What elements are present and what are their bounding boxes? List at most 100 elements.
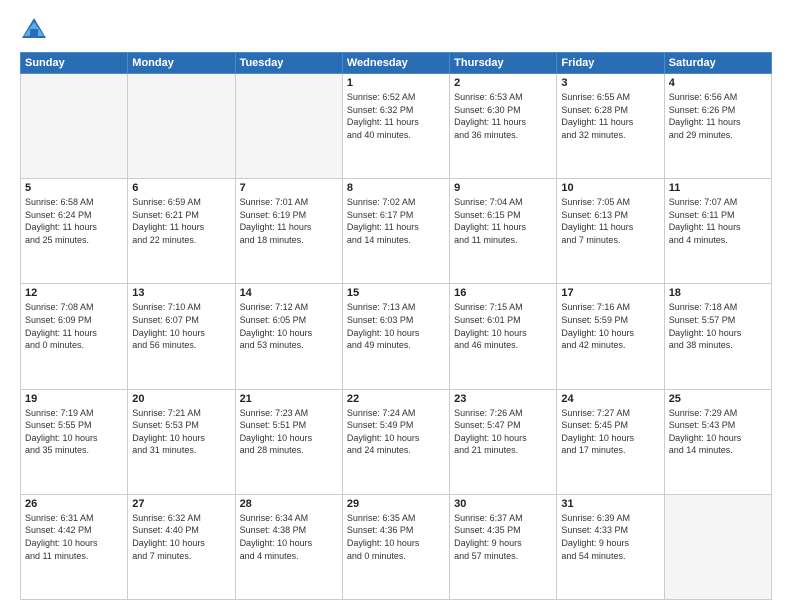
logo (20, 16, 52, 44)
day-number: 2 (454, 77, 552, 89)
calendar-cell: 28 Sunrise: 6:34 AM Sunset: 4:38 PM Dayli… (235, 494, 342, 599)
day-number: 27 (132, 498, 230, 510)
calendar-cell (21, 74, 128, 179)
day-number: 25 (669, 393, 767, 405)
day-number: 7 (240, 182, 338, 194)
calendar-cell: 9Sunrise: 7:04 AM Sunset: 6:15 PM Daylig… (450, 179, 557, 284)
day-number: 8 (347, 182, 445, 194)
day-info: Sunrise: 7:12 AM Sunset: 6:05 PM Dayligh… (240, 301, 338, 351)
calendar-cell: 14 Sunrise: 7:12 AM Sunset: 6:05 PM Dayli… (235, 284, 342, 389)
logo-icon (20, 16, 48, 44)
day-number: 4 (669, 77, 767, 89)
calendar-cell: 1 Sunrise: 6:52 AM Sunset: 6:32 PM Daylig… (342, 74, 449, 179)
calendar-cell: 2 Sunrise: 6:53 AM Sunset: 6:30 PM Daylig… (450, 74, 557, 179)
calendar-cell: 3 Sunrise: 6:55 AM Sunset: 6:28 PM Daylig… (557, 74, 664, 179)
day-info: Sunrise: 7:15 AM Sunset: 6:01 PM Dayligh… (454, 301, 552, 351)
day-number: 13 (132, 287, 230, 299)
day-number: 16 (454, 287, 552, 299)
day-info: Sunrise: 6:35 AM Sunset: 4:36 PM Dayligh… (347, 512, 445, 562)
calendar-table: SundayMondayTuesdayWednesdayThursdayFrid… (20, 52, 772, 600)
week-row-4: 26 Sunrise: 6:31 AM Sunset: 4:42 PM Dayli… (21, 494, 772, 599)
calendar-cell: 17 Sunrise: 7:16 AM Sunset: 5:59 PM Dayli… (557, 284, 664, 389)
day-info: Sunrise: 7:24 AM Sunset: 5:49 PM Dayligh… (347, 407, 445, 457)
calendar-cell: 20Sunrise: 7:21 AM Sunset: 5:53 PM Dayli… (128, 389, 235, 494)
day-info: Sunrise: 7:04 AM Sunset: 6:15 PM Dayligh… (454, 196, 552, 246)
calendar-cell (235, 74, 342, 179)
calendar-cell: 8 Sunrise: 7:02 AM Sunset: 6:17 PM Daylig… (342, 179, 449, 284)
day-info: Sunrise: 6:39 AM Sunset: 4:33 PM Dayligh… (561, 512, 659, 562)
day-number: 21 (240, 393, 338, 405)
day-info: Sunrise: 6:53 AM Sunset: 6:30 PM Dayligh… (454, 91, 552, 141)
day-info: Sunrise: 7:01 AM Sunset: 6:19 PM Dayligh… (240, 196, 338, 246)
day-number: 31 (561, 498, 659, 510)
calendar-cell (128, 74, 235, 179)
calendar-cell: 10Sunrise: 7:05 AM Sunset: 6:13 PM Dayli… (557, 179, 664, 284)
calendar-cell: 4Sunrise: 6:56 AM Sunset: 6:26 PM Daylig… (664, 74, 771, 179)
calendar-cell: 7 Sunrise: 7:01 AM Sunset: 6:19 PM Daylig… (235, 179, 342, 284)
calendar-cell: 31 Sunrise: 6:39 AM Sunset: 4:33 PM Dayli… (557, 494, 664, 599)
weekday-header-friday: Friday (557, 53, 664, 74)
day-number: 12 (25, 287, 123, 299)
day-info: Sunrise: 7:16 AM Sunset: 5:59 PM Dayligh… (561, 301, 659, 351)
calendar-cell: 13 Sunrise: 7:10 AM Sunset: 6:07 PM Dayli… (128, 284, 235, 389)
calendar-cell: 24 Sunrise: 7:27 AM Sunset: 5:45 PM Dayli… (557, 389, 664, 494)
calendar-cell: 26 Sunrise: 6:31 AM Sunset: 4:42 PM Dayli… (21, 494, 128, 599)
day-info: Sunrise: 6:34 AM Sunset: 4:38 PM Dayligh… (240, 512, 338, 562)
week-row-2: 12 Sunrise: 7:08 AM Sunset: 6:09 PM Dayli… (21, 284, 772, 389)
weekday-header-thursday: Thursday (450, 53, 557, 74)
day-info: Sunrise: 7:29 AM Sunset: 5:43 PM Dayligh… (669, 407, 767, 457)
weekday-header-wednesday: Wednesday (342, 53, 449, 74)
week-row-0: 1 Sunrise: 6:52 AM Sunset: 6:32 PM Daylig… (21, 74, 772, 179)
week-row-1: 5Sunrise: 6:58 AM Sunset: 6:24 PM Daylig… (21, 179, 772, 284)
calendar-cell: 30 Sunrise: 6:37 AM Sunset: 4:35 PM Dayli… (450, 494, 557, 599)
day-info: Sunrise: 6:37 AM Sunset: 4:35 PM Dayligh… (454, 512, 552, 562)
calendar-cell: 25 Sunrise: 7:29 AM Sunset: 5:43 PM Dayli… (664, 389, 771, 494)
calendar-cell: 11Sunrise: 7:07 AM Sunset: 6:11 PM Dayli… (664, 179, 771, 284)
weekday-header-row: SundayMondayTuesdayWednesdayThursdayFrid… (21, 53, 772, 74)
day-number: 20 (132, 393, 230, 405)
day-number: 15 (347, 287, 445, 299)
day-number: 3 (561, 77, 659, 89)
day-number: 17 (561, 287, 659, 299)
day-number: 6 (132, 182, 230, 194)
day-info: Sunrise: 7:02 AM Sunset: 6:17 PM Dayligh… (347, 196, 445, 246)
day-info: Sunrise: 6:32 AM Sunset: 4:40 PM Dayligh… (132, 512, 230, 562)
day-info: Sunrise: 7:05 AM Sunset: 6:13 PM Dayligh… (561, 196, 659, 246)
day-info: Sunrise: 7:13 AM Sunset: 6:03 PM Dayligh… (347, 301, 445, 351)
day-number: 23 (454, 393, 552, 405)
day-number: 30 (454, 498, 552, 510)
day-number: 14 (240, 287, 338, 299)
day-info: Sunrise: 6:52 AM Sunset: 6:32 PM Dayligh… (347, 91, 445, 141)
page: SundayMondayTuesdayWednesdayThursdayFrid… (0, 0, 792, 612)
day-number: 29 (347, 498, 445, 510)
weekday-header-monday: Monday (128, 53, 235, 74)
day-info: Sunrise: 7:18 AM Sunset: 5:57 PM Dayligh… (669, 301, 767, 351)
calendar-cell: 22Sunrise: 7:24 AM Sunset: 5:49 PM Dayli… (342, 389, 449, 494)
weekday-header-tuesday: Tuesday (235, 53, 342, 74)
calendar-cell: 5Sunrise: 6:58 AM Sunset: 6:24 PM Daylig… (21, 179, 128, 284)
calendar-cell: 21Sunrise: 7:23 AM Sunset: 5:51 PM Dayli… (235, 389, 342, 494)
day-info: Sunrise: 7:26 AM Sunset: 5:47 PM Dayligh… (454, 407, 552, 457)
day-info: Sunrise: 6:55 AM Sunset: 6:28 PM Dayligh… (561, 91, 659, 141)
day-number: 1 (347, 77, 445, 89)
day-number: 26 (25, 498, 123, 510)
day-number: 19 (25, 393, 123, 405)
calendar-cell: 15 Sunrise: 7:13 AM Sunset: 6:03 PM Dayli… (342, 284, 449, 389)
day-number: 24 (561, 393, 659, 405)
calendar-cell: 6 Sunrise: 6:59 AM Sunset: 6:21 PM Daylig… (128, 179, 235, 284)
calendar-cell: 18Sunrise: 7:18 AM Sunset: 5:57 PM Dayli… (664, 284, 771, 389)
day-number: 28 (240, 498, 338, 510)
calendar-cell: 12 Sunrise: 7:08 AM Sunset: 6:09 PM Dayli… (21, 284, 128, 389)
calendar-cell (664, 494, 771, 599)
week-row-3: 19Sunrise: 7:19 AM Sunset: 5:55 PM Dayli… (21, 389, 772, 494)
calendar-cell: 29 Sunrise: 6:35 AM Sunset: 4:36 PM Dayli… (342, 494, 449, 599)
calendar-cell: 23 Sunrise: 7:26 AM Sunset: 5:47 PM Dayli… (450, 389, 557, 494)
day-info: Sunrise: 6:31 AM Sunset: 4:42 PM Dayligh… (25, 512, 123, 562)
calendar-cell: 27 Sunrise: 6:32 AM Sunset: 4:40 PM Dayli… (128, 494, 235, 599)
weekday-header-sunday: Sunday (21, 53, 128, 74)
day-number: 11 (669, 182, 767, 194)
day-info: Sunrise: 7:08 AM Sunset: 6:09 PM Dayligh… (25, 301, 123, 351)
day-info: Sunrise: 6:59 AM Sunset: 6:21 PM Dayligh… (132, 196, 230, 246)
day-info: Sunrise: 7:10 AM Sunset: 6:07 PM Dayligh… (132, 301, 230, 351)
day-info: Sunrise: 7:27 AM Sunset: 5:45 PM Dayligh… (561, 407, 659, 457)
